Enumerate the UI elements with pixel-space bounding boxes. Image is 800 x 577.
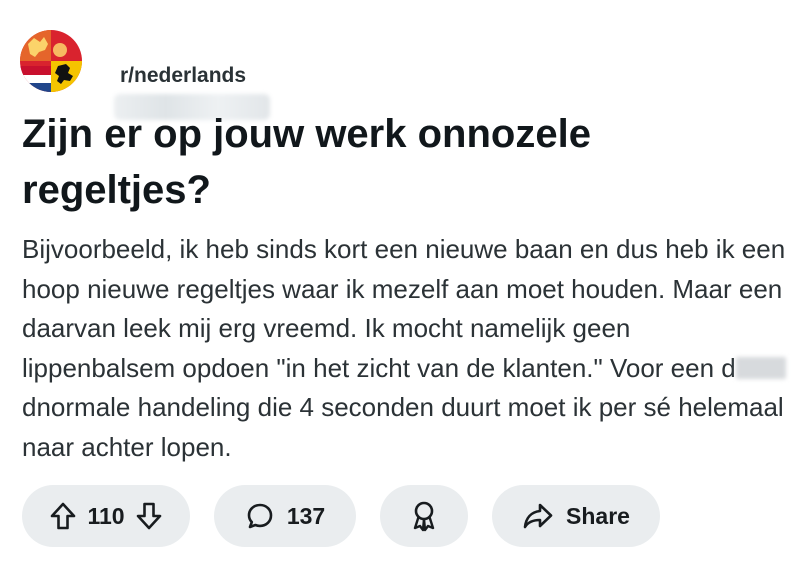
censored-word <box>735 356 786 379</box>
subreddit-name[interactable]: r/nederlands <box>120 64 246 88</box>
vote-control: 110 <box>22 485 190 547</box>
subreddit-avatar[interactable] <box>20 30 82 92</box>
upvote-icon[interactable] <box>49 501 77 531</box>
share-icon <box>522 502 554 530</box>
share-button[interactable]: Share <box>492 485 660 547</box>
vote-count: 110 <box>87 502 125 529</box>
post-body: Bijvoorbeeld, ik heb sinds kort een nieu… <box>22 230 790 467</box>
comment-icon <box>245 501 275 531</box>
comment-count: 137 <box>286 502 326 529</box>
award-icon <box>410 500 438 532</box>
award-button[interactable] <box>380 485 468 547</box>
post-body-text-1: Bijvoorbeeld, ik heb sinds kort een nieu… <box>22 234 786 383</box>
post-action-bar: 110 137 Share <box>22 485 782 547</box>
comments-button[interactable]: 137 <box>214 485 356 547</box>
post-body-text-2: dnormale handeling die 4 seconden duurt … <box>22 392 784 462</box>
share-label: Share <box>566 502 630 529</box>
post-title[interactable]: Zijn er op jouw werk onnozele regeltjes? <box>22 106 782 218</box>
subreddit-logo-icon <box>20 30 82 92</box>
downvote-icon[interactable] <box>135 501 163 531</box>
post-header: r/nederlands <box>20 30 780 120</box>
